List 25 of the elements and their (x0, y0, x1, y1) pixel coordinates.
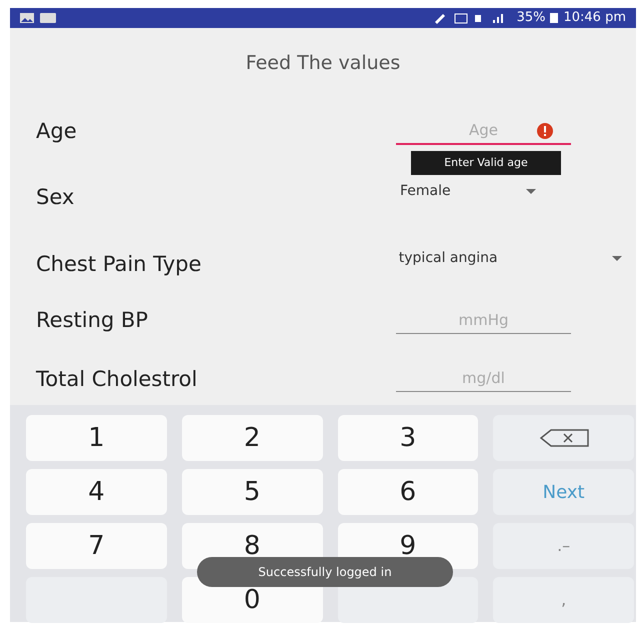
dropdown[interactable]: typical angina (394, 248, 622, 270)
image-icon (20, 13, 34, 23)
field-label: Age (36, 118, 78, 145)
battery-percent: 35% (516, 9, 546, 28)
digit-key[interactable]: 2 (182, 415, 322, 461)
backspace-key[interactable] (493, 415, 634, 461)
digit-key[interactable]: 5 (182, 469, 322, 515)
field-label: Sex (36, 184, 76, 211)
clock: 10:46 pm (563, 9, 626, 28)
digit-key[interactable]: 6 (338, 469, 478, 515)
digit-key[interactable]: 1 (26, 415, 167, 461)
digit-key[interactable]: 7 (26, 523, 167, 569)
digit-key[interactable]: 3 (338, 415, 478, 461)
dropdown[interactable]: Female (396, 181, 536, 202)
digit-key[interactable]: 4 (26, 469, 167, 515)
caret-icon (526, 189, 536, 194)
error-icon (537, 123, 553, 140)
field-label: Resting BP (36, 306, 149, 334)
page-title: Feed The values (246, 50, 400, 76)
field-label: Total Cholestrol (36, 366, 198, 394)
error-tooltip: Enter Valid age (411, 151, 561, 176)
backspace-icon (538, 429, 589, 447)
login-toast: Successfully logged in (197, 557, 453, 587)
field-label: Chest Pain Type (36, 250, 202, 278)
caret-icon (612, 256, 622, 262)
